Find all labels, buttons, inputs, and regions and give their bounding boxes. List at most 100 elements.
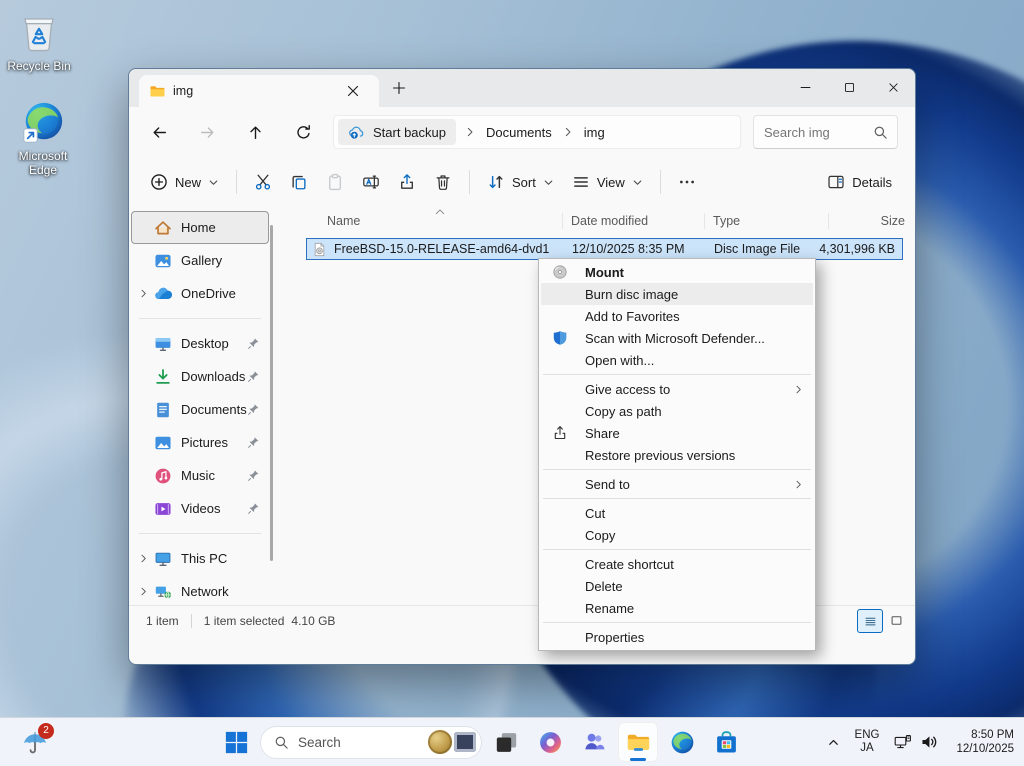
sidebar-item-gallery[interactable]: Gallery [131,244,269,277]
breadcrumb-segment[interactable]: Documents [482,122,556,143]
column-header-size[interactable]: Size [881,214,905,228]
menu-item-restore-previous-versions[interactable]: Restore previous versions [541,444,813,466]
sidebar-item-documents[interactable]: Documents [131,393,269,426]
chevron-spacer [132,338,154,350]
taskbar-search[interactable]: Search [260,726,482,759]
widgets-button[interactable]: 2 [8,720,62,764]
menu-item-label: Add to Favorites [585,309,680,324]
menu-item-rename[interactable]: Rename [541,597,813,619]
sidebar-item-music[interactable]: Music [131,459,269,492]
menu-item-label: Copy [585,528,615,543]
menu-icon-spacer [552,381,568,397]
task-view-button[interactable] [486,722,526,762]
column-header-name[interactable]: Name [327,214,360,228]
search-icon[interactable] [873,125,888,140]
copilot-button[interactable] [530,722,570,762]
explorer-tab[interactable]: img [139,75,379,107]
search-input[interactable] [754,125,873,140]
clock[interactable]: 8:50 PM 12/10/2025 [944,722,1018,762]
start-button[interactable] [216,722,256,762]
menu-item-label: Cut [585,506,605,521]
back-button[interactable] [143,116,175,148]
sidebar-item-home[interactable]: Home [131,211,269,244]
column-header-date-modified[interactable]: Date modified [571,214,648,228]
menu-item-add-to-favorites[interactable]: Add to Favorites [541,305,813,327]
sort-button[interactable]: Sort [478,165,563,199]
start-backup-button[interactable]: Start backup [338,119,456,145]
status-divider [191,614,192,628]
new-button[interactable]: New [141,165,228,199]
hidden-icons-button[interactable] [820,722,846,762]
taskbar-search-label: Search [298,735,426,750]
menu-icon-spacer [552,286,568,302]
menu-item-copy-as-path[interactable]: Copy as path [541,400,813,422]
sidebar-item-videos[interactable]: Videos [131,492,269,525]
expand-chevron-icon[interactable] [132,553,154,565]
column-header-type[interactable]: Type [713,214,740,228]
desktop-icon-microsoft-edge[interactable]: Microsoft Edge [8,100,78,177]
view-button[interactable]: View [563,165,652,199]
selection-count: 1 item selected [204,614,285,628]
language-switcher[interactable]: ENG JA [846,722,888,762]
task-view-icon [494,730,519,755]
minimize-button[interactable] [783,69,827,106]
menu-item-share[interactable]: Share [541,422,813,444]
expand-chevron-icon[interactable] [132,586,154,598]
breadcrumb-segment[interactable]: img [580,122,609,143]
rename-button[interactable] [353,165,389,199]
sidebar-item-this-pc[interactable]: This PC [131,542,269,575]
quick-settings-button[interactable] [888,722,944,762]
refresh-button[interactable] [287,116,319,148]
sidebar-item-downloads[interactable]: Downloads [131,360,269,393]
menu-item-give-access-to[interactable]: Give access to [541,378,813,400]
new-tab-button[interactable] [391,80,407,96]
close-button[interactable] [871,69,915,106]
toolbar-divider [660,170,661,194]
share-button[interactable] [389,165,425,199]
maximize-button[interactable] [827,69,871,106]
file-name: FreeBSD-15.0-RELEASE-amd64-dvd1 [334,242,549,256]
details-view-toggle[interactable] [857,609,883,633]
edge-button[interactable] [662,722,702,762]
file-explorer-button[interactable] [618,722,658,762]
sidebar-item-onedrive[interactable]: OneDrive [131,277,269,310]
menu-item-scan-with-microsoft-defender[interactable]: Scan with Microsoft Defender... [541,327,813,349]
sidebar-item-network[interactable]: Network [131,575,269,608]
sidebar-item-pictures[interactable]: Pictures [131,426,269,459]
menu-item-properties[interactable]: Properties [541,626,813,648]
sort-icon [487,173,505,191]
sidebar-item-desktop[interactable]: Desktop [131,327,269,360]
plus-circle-icon [150,173,168,191]
menu-item-mount[interactable]: Mount [541,261,813,283]
expand-chevron-icon[interactable] [132,288,154,300]
search-highlight-image[interactable] [428,730,452,754]
menu-item-open-with[interactable]: Open with... [541,349,813,371]
store-button[interactable] [706,722,746,762]
menu-item-burn-disc-image[interactable]: Burn disc image [541,283,813,305]
folder-icon [149,83,165,99]
up-button[interactable] [239,116,271,148]
menu-item-send-to[interactable]: Send to [541,473,813,495]
new-label: New [175,175,201,190]
table-row[interactable]: FreeBSD-15.0-RELEASE-amd64-dvd112/10/202… [306,238,903,260]
forward-arrow-icon [199,124,216,141]
view-icon [572,173,590,191]
sidebar-scrollbar[interactable] [270,225,273,561]
close-icon [887,81,900,94]
copy-button[interactable] [281,165,317,199]
details-pane-button[interactable]: Details [818,165,901,199]
menu-item-copy[interactable]: Copy [541,524,813,546]
search-highlight-image[interactable] [454,732,476,752]
search-box[interactable] [753,115,898,149]
column-divider [704,213,705,229]
menu-item-create-shortcut[interactable]: Create shortcut [541,553,813,575]
teams-button[interactable] [574,722,614,762]
menu-item-cut[interactable]: Cut [541,502,813,524]
large-icons-view-toggle[interactable] [884,609,908,631]
tab-close-icon[interactable] [345,83,361,99]
desktop-icon-recycle-bin[interactable]: Recycle Bin [4,10,74,73]
more-options-button[interactable] [669,165,705,199]
cut-button[interactable] [245,165,281,199]
menu-item-delete[interactable]: Delete [541,575,813,597]
delete-button[interactable] [425,165,461,199]
